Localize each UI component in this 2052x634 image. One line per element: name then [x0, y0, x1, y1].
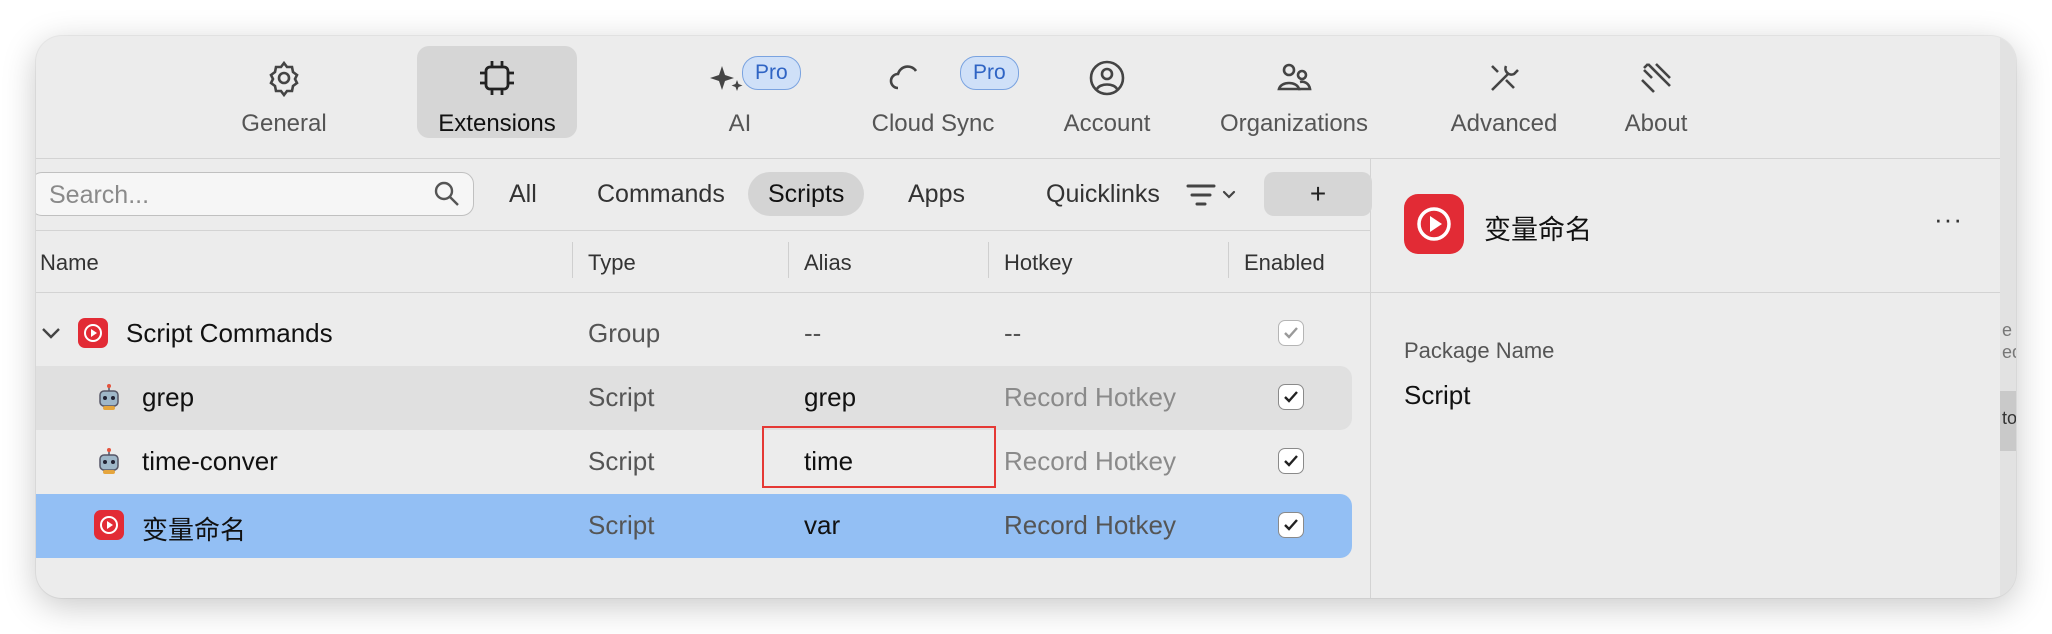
settings-window: General Extensions Pro AI Pro Cloud Sync…: [36, 36, 2016, 598]
detail-app-icon: [1404, 194, 1464, 254]
filter-tab-apps[interactable]: Apps: [888, 172, 985, 216]
play-circle-icon: [1417, 207, 1451, 241]
row-type: Script: [588, 510, 655, 540]
row-type: Script: [588, 446, 655, 476]
column-header-hotkey[interactable]: Hotkey: [1004, 250, 1072, 276]
row-alias[interactable]: grep: [804, 382, 856, 413]
chip-icon: [480, 61, 514, 95]
search-input[interactable]: [47, 179, 411, 211]
toolbar: General Extensions Pro AI Pro Cloud Sync…: [36, 36, 2000, 158]
table-row-selected[interactable]: 变量命名 Script var Record Hotkey: [36, 494, 1352, 558]
table-row[interactable]: Script Commands Group -- --: [36, 302, 1352, 366]
detail-divider: [1370, 292, 2000, 293]
search-icon: [434, 181, 459, 206]
row-hotkey[interactable]: --: [1004, 318, 1021, 349]
sort-filter-icon[interactable]: [1182, 178, 1244, 212]
enabled-checkbox[interactable]: [1278, 384, 1304, 410]
filter-tab-scripts[interactable]: Scripts: [748, 172, 865, 216]
tab-label: AI: [728, 110, 752, 137]
add-button[interactable]: +: [1264, 172, 1372, 216]
table-row[interactable]: time-conver Script time Record Hotkey: [36, 430, 1352, 494]
edge-text: ed: [2002, 342, 2016, 362]
script-commands-icon: [78, 318, 108, 348]
column-header-type[interactable]: Type: [588, 250, 636, 276]
enabled-checkbox[interactable]: [1278, 448, 1304, 474]
table-row[interactable]: grep Script grep Record Hotkey: [36, 366, 1352, 430]
tab-cloud-sync[interactable]: Pro Cloud Sync: [848, 46, 1019, 138]
pane-divider: [1370, 158, 1371, 598]
package-name-label: Package Name: [1404, 338, 1555, 363]
play-circle-icon: [94, 510, 124, 540]
filter-tab-commands[interactable]: Commands: [577, 172, 745, 216]
row-name: grep: [142, 382, 195, 412]
row-alias[interactable]: --: [804, 318, 821, 349]
filter-divider: [36, 230, 1370, 231]
raycast-logo-icon: [1641, 63, 1671, 93]
row-type: Script: [588, 382, 655, 412]
gear-icon: [269, 60, 299, 98]
tab-label: Organizations: [1219, 110, 1369, 137]
tab-advanced[interactable]: Advanced: [1434, 46, 1574, 138]
tab-label: About: [1624, 110, 1688, 137]
record-hotkey[interactable]: Record Hotkey: [1004, 510, 1176, 541]
row-type: Group: [588, 318, 661, 348]
cloud-icon: [889, 65, 918, 90]
tab-general[interactable]: General: [222, 46, 346, 138]
tab-about[interactable]: About: [1606, 46, 1706, 138]
person-circle-icon: [1089, 60, 1125, 96]
chevron-down-icon[interactable]: [40, 322, 62, 344]
row-name: Script Commands: [126, 318, 333, 348]
tab-organizations[interactable]: Organizations: [1206, 46, 1382, 138]
pro-badge: Pro: [742, 56, 801, 90]
tab-label: Cloud Sync: [871, 110, 995, 137]
toolbar-divider: [36, 158, 2000, 159]
column-header-alias[interactable]: Alias: [804, 250, 852, 276]
column-header-enabled[interactable]: Enabled: [1244, 250, 1325, 276]
more-actions-button[interactable]: ···: [1934, 204, 1963, 235]
robot-icon: [99, 448, 119, 474]
column-separator: [572, 242, 573, 278]
alias-highlight-box: [762, 426, 996, 488]
row-name: 变量命名: [142, 515, 247, 545]
column-header-name[interactable]: Name: [40, 250, 99, 276]
tab-label: Extensions: [438, 110, 556, 137]
column-separator: [988, 242, 989, 278]
edge-text: to: [2002, 408, 2016, 428]
filter-tab-quicklinks[interactable]: Quicklinks: [1026, 172, 1180, 216]
column-separator: [788, 242, 789, 278]
tools-icon: [1491, 65, 1519, 91]
filter-tab-all[interactable]: All: [489, 172, 557, 216]
tab-label: Account: [1063, 110, 1151, 137]
row-alias[interactable]: var: [804, 510, 840, 541]
edge-text: e: [2002, 320, 2013, 340]
tab-account[interactable]: Account: [1042, 46, 1172, 138]
tab-label: Advanced: [1450, 110, 1558, 137]
detail-title: 变量命名: [1484, 215, 1592, 245]
search-field[interactable]: [36, 172, 474, 216]
tab-ai[interactable]: Pro AI: [680, 46, 801, 138]
enabled-checkbox[interactable]: [1278, 320, 1304, 346]
enabled-checkbox[interactable]: [1278, 512, 1304, 538]
tab-label: General: [241, 110, 327, 137]
people-icon: [1277, 63, 1312, 91]
pro-badge: Pro: [960, 56, 1019, 90]
background-window-edge: e ed to: [2000, 36, 2016, 598]
record-hotkey[interactable]: Record Hotkey: [1004, 446, 1176, 477]
package-name-value: Script: [1404, 380, 1471, 410]
row-name: time-conver: [142, 446, 278, 476]
tab-extensions[interactable]: Extensions: [417, 46, 577, 138]
robot-icon: [99, 384, 119, 410]
record-hotkey[interactable]: Record Hotkey: [1004, 382, 1176, 413]
column-separator: [1228, 242, 1229, 278]
header-divider: [36, 292, 1370, 293]
